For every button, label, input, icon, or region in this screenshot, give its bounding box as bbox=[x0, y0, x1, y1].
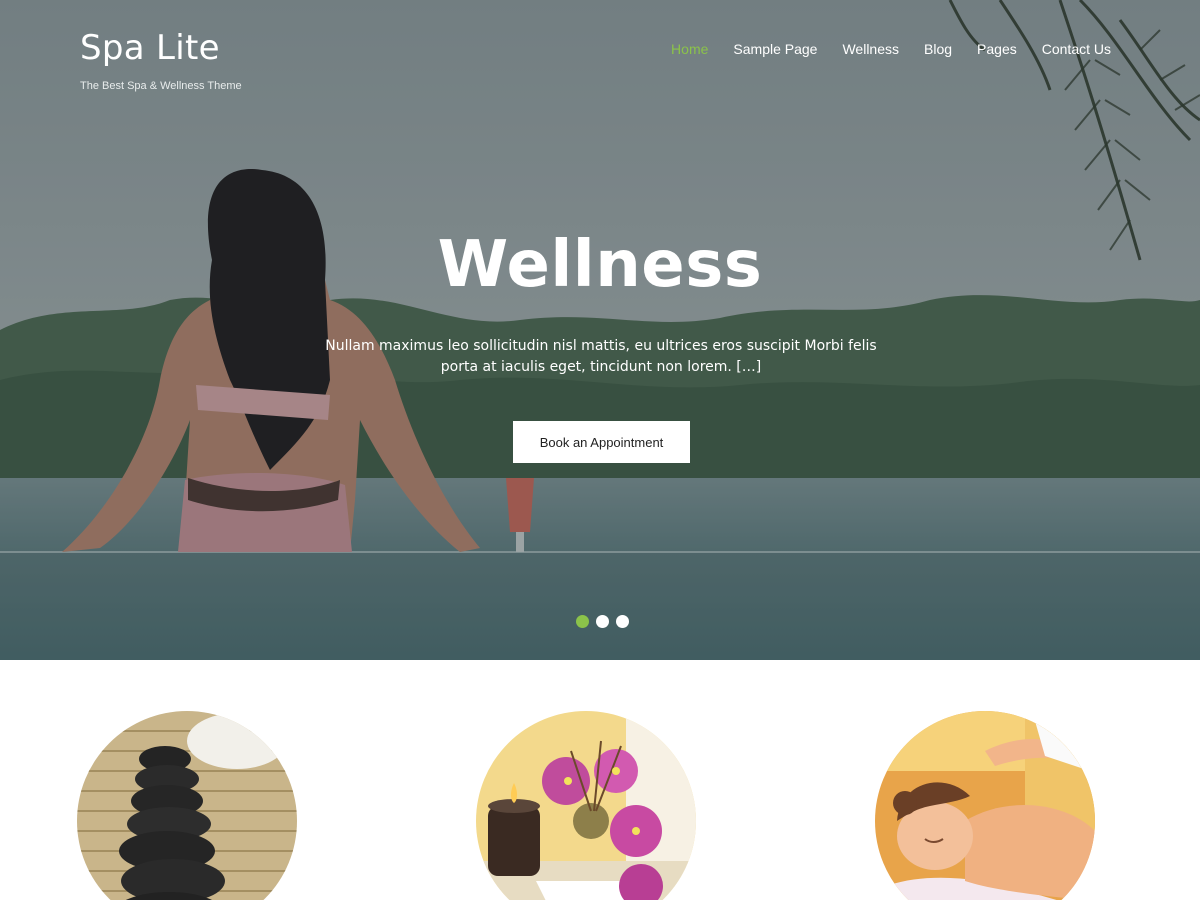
nav-item-contact-us[interactable]: Contact Us bbox=[1042, 41, 1111, 57]
hero-title: Wellness bbox=[437, 228, 763, 302]
candle-and-flowers-image bbox=[476, 711, 696, 900]
site-title[interactable]: Spa Lite bbox=[80, 28, 242, 68]
nav-item-sample-page[interactable]: Sample Page bbox=[733, 41, 817, 57]
main-navigation: Home Sample Page Wellness Blog Pages Con… bbox=[646, 41, 1111, 57]
nav-item-home[interactable]: Home bbox=[671, 41, 708, 57]
nav-item-blog[interactable]: Blog bbox=[924, 41, 952, 57]
slider-dot-1[interactable] bbox=[576, 615, 589, 628]
hero-overlay bbox=[0, 0, 1200, 660]
nav-item-pages[interactable]: Pages bbox=[977, 41, 1017, 57]
hero-slider: Spa Lite The Best Spa & Wellness Theme H… bbox=[0, 0, 1200, 660]
slider-dot-3[interactable] bbox=[616, 615, 629, 628]
slider-pagination bbox=[576, 615, 629, 628]
feature-image-candle[interactable] bbox=[476, 711, 696, 900]
stacked-stones-image bbox=[77, 711, 297, 900]
slider-dot-2[interactable] bbox=[596, 615, 609, 628]
nav-item-wellness[interactable]: Wellness bbox=[842, 41, 899, 57]
massage-image bbox=[875, 711, 1095, 900]
site-tagline: The Best Spa & Wellness Theme bbox=[80, 80, 242, 92]
hero-description: Nullam maximus leo sollicitudin nisl mat… bbox=[325, 338, 877, 375]
feature-image-massage[interactable] bbox=[875, 711, 1095, 900]
feature-image-stones[interactable] bbox=[77, 711, 297, 900]
book-appointment-button[interactable]: Book an Appointment bbox=[513, 421, 690, 463]
site-branding: Spa Lite The Best Spa & Wellness Theme bbox=[80, 28, 242, 92]
features-section bbox=[0, 660, 1200, 900]
